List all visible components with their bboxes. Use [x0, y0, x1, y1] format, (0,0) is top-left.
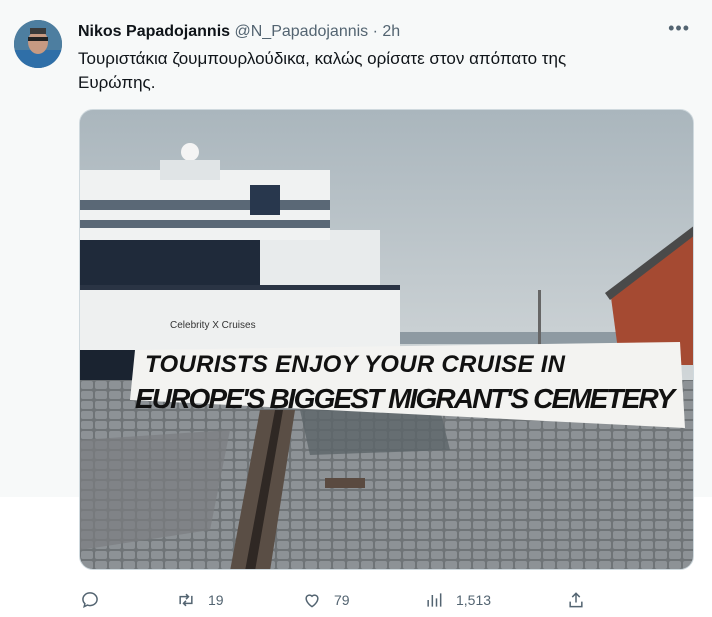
tweet-header: Nikos Papadojannis @N_Papadojannis · 2h	[78, 22, 672, 42]
tweet-text: Τουριστάκια ζουμπουρλούδικα, καλώς ορίσα…	[78, 49, 567, 92]
retweet-icon	[179, 593, 193, 607]
views-button[interactable]: 1,513	[424, 588, 491, 612]
ship-text: Celebrity X Cruises	[170, 320, 256, 331]
more-icon: •••	[668, 18, 690, 38]
share-button[interactable]	[566, 588, 586, 612]
share-icon	[569, 592, 583, 608]
retweet-button[interactable]: 19	[176, 588, 224, 612]
like-icon	[305, 594, 319, 608]
author-name[interactable]: Nikos Papadojannis	[78, 23, 230, 40]
views-count: 1,513	[456, 592, 492, 608]
like-button[interactable]: 79	[302, 588, 350, 612]
more-options-button[interactable]: •••	[668, 18, 690, 39]
like-count: 79	[334, 592, 350, 608]
tweet-actions: 19 79 1,513	[78, 588, 618, 612]
separator: ·	[372, 23, 378, 40]
avatar[interactable]	[14, 20, 62, 68]
banner-line-2: EUROPE'S BIGGEST MIGRANT'S CEMETERY	[135, 383, 677, 414]
banner-line-1: TOURISTS ENJOY YOUR CRUISE IN	[145, 351, 566, 378]
views-icon	[427, 593, 442, 607]
timestamp[interactable]: 2h	[382, 23, 400, 40]
retweet-count: 19	[208, 592, 224, 608]
tweet-photo[interactable]: Celebrity X Cruises TOURISTS ENJOY YOUR …	[79, 109, 694, 570]
reply-button[interactable]	[80, 588, 100, 612]
author-handle[interactable]: @N_Papadojannis	[235, 23, 369, 40]
reply-icon	[82, 592, 98, 609]
